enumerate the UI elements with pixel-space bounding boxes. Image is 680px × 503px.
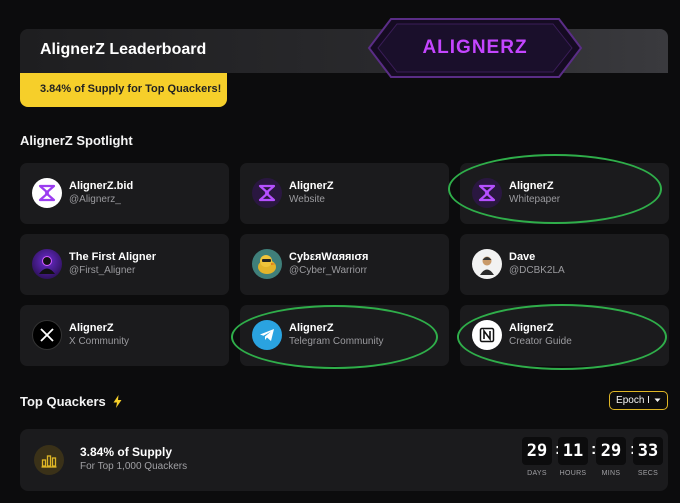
- spotlight-card-dave[interactable]: Dave @DCBK2LA: [460, 234, 669, 295]
- duck-avatar-icon: [252, 249, 282, 279]
- promo-banner: 3.84% of Supply for Top Quackers!: [20, 73, 227, 107]
- profile-avatar-icon: [32, 249, 62, 279]
- card-name: AlignerZ: [289, 322, 334, 334]
- countdown-value: 29: [596, 437, 626, 465]
- card-name: AlignerZ: [289, 180, 334, 192]
- epoch-dropdown[interactable]: Epoch I: [609, 391, 668, 410]
- spotlight-card-cyber-warrior[interactable]: CybεяWαяяıσя @Cyber_Warriorr: [240, 234, 449, 295]
- spotlight-card-whitepaper[interactable]: AlignerZ Whitepaper: [460, 163, 669, 224]
- spotlight-card-website[interactable]: AlignerZ Website: [240, 163, 449, 224]
- card-handle: @Alignerz_: [69, 194, 121, 205]
- spotlight-card-creator-guide[interactable]: AlignerZ Creator Guide: [460, 305, 669, 366]
- card-name: Dave: [509, 251, 536, 263]
- alignerz-logo-icon: [472, 178, 502, 208]
- promo-text: 3.84% of Supply for Top Quackers!: [40, 83, 222, 95]
- card-handle: Telegram Community: [289, 336, 384, 347]
- card-handle: @Cyber_Warriorr: [289, 265, 368, 276]
- countdown-label: HOURS: [559, 470, 587, 477]
- card-handle: Whitepaper: [509, 194, 561, 205]
- epoch-label: Epoch I: [616, 395, 650, 406]
- chevron-down-icon: [654, 395, 661, 406]
- supply-subtitle: For Top 1,000 Quackers: [80, 461, 188, 472]
- card-handle: X Community: [69, 336, 130, 347]
- countdown-hours: 11 HOURS: [558, 437, 588, 477]
- card-handle: Website: [289, 194, 325, 205]
- countdown-label: DAYS: [527, 470, 547, 477]
- countdown-value: 33: [633, 437, 663, 465]
- countdown-value: 29: [522, 437, 552, 465]
- countdown-label: MINS: [601, 470, 621, 477]
- card-name: AlignerZ.bid: [69, 180, 134, 192]
- countdown-days: 29 DAYS: [522, 437, 552, 477]
- card-name: The First Aligner: [69, 251, 156, 263]
- bar-chart-icon: [34, 445, 64, 475]
- card-name: CybεяWαяяıσя: [289, 251, 369, 263]
- person-avatar-icon: [472, 249, 502, 279]
- countdown-value: 11: [558, 437, 588, 465]
- notion-icon: [472, 320, 502, 350]
- card-name: AlignerZ: [509, 180, 554, 192]
- alignerz-logo-icon: [252, 178, 282, 208]
- spotlight-card-telegram[interactable]: AlignerZ Telegram Community: [240, 305, 449, 366]
- brand-logo-text: ALIGNERZ: [422, 37, 528, 58]
- brand-logo: ALIGNERZ: [367, 17, 583, 79]
- x-logo-icon: [32, 320, 62, 350]
- countdown-label: SECS: [637, 470, 659, 477]
- countdown-minutes: 29 MINS: [596, 437, 626, 477]
- supply-card: 3.84% of Supply For Top 1,000 Quackers 2…: [20, 429, 668, 491]
- alignerz-logo-icon: [32, 178, 62, 208]
- card-handle: @DCBK2LA: [509, 265, 565, 276]
- card-handle: @First_Aligner: [69, 265, 136, 276]
- countdown-seconds: 33 SECS: [633, 437, 663, 477]
- spotlight-card-alignerz-bid[interactable]: AlignerZ.bid @Alignerz_: [20, 163, 229, 224]
- lightning-icon: [113, 395, 122, 411]
- card-name: AlignerZ: [509, 322, 554, 334]
- spotlight-card-x-community[interactable]: AlignerZ X Community: [20, 305, 229, 366]
- top-quackers-label: Top Quackers: [20, 394, 106, 409]
- spotlight-card-first-aligner[interactable]: The First Aligner @First_Aligner: [20, 234, 229, 295]
- page-title: AlignerZ Leaderboard: [40, 41, 207, 58]
- supply-title: 3.84% of Supply: [80, 445, 173, 459]
- top-quackers-title: Top Quackers: [20, 394, 122, 411]
- card-name: AlignerZ: [69, 322, 114, 334]
- spotlight-title: AlignerZ Spotlight: [20, 133, 133, 148]
- telegram-icon: [252, 320, 282, 350]
- card-handle: Creator Guide: [509, 336, 572, 347]
